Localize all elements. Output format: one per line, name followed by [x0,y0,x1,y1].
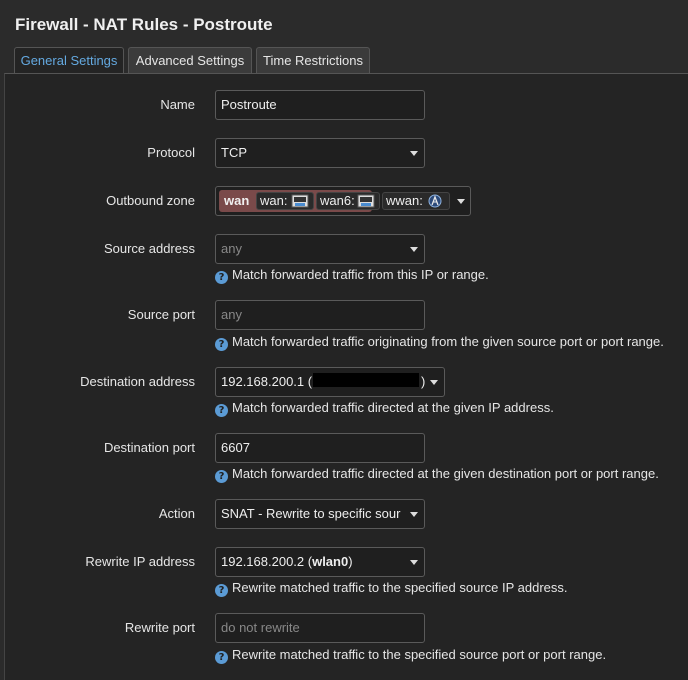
help-text: Match forwarded traffic directed at the … [232,466,659,481]
rewrite-ip-select[interactable]: 192.168.200.2 (wlan0) [215,547,425,577]
action-value: SNAT - Rewrite to specific sour [221,506,401,521]
question-icon: ? [215,584,228,597]
question-icon: ? [215,271,228,284]
action-label: Action [158,506,195,521]
destination-address-help: ? Match forwarded traffic directed at the… [215,400,554,417]
chevron-down-icon [457,199,465,204]
page-title: Firewall - NAT Rules - Postroute [15,15,273,34]
chevron-down-icon [410,512,418,517]
rewrite-ip-label: Rewrite IP address [85,554,195,569]
rewrite-ip-interface: wlan0 [312,554,349,569]
question-icon: ? [215,404,228,417]
redaction-bar [313,373,419,387]
protocol-label: Protocol [147,145,195,160]
ethernet-port-icon [357,194,375,208]
destination-port-input[interactable]: 6607 [215,433,425,463]
help-text: Match forwarded traffic originating from… [232,334,664,349]
source-port-label: Source port [127,307,195,322]
rewrite-port-input[interactable]: do not rewrite [215,613,425,643]
tab-time-restrictions[interactable]: Time Restrictions [256,47,370,73]
question-icon: ? [215,651,228,664]
destination-address-value: 192.168.200.1 ( [221,374,313,389]
help-text: Match forwarded traffic from this IP or … [232,267,489,282]
destination-port-help: ? Match forwarded traffic directed at the… [215,466,659,483]
question-icon: ? [215,338,228,351]
source-address-placeholder: any [221,241,242,256]
source-port-input[interactable]: any [215,300,425,330]
interface-wan: wan: [256,192,314,210]
zone-name: wan [224,193,250,208]
chevron-down-icon [410,560,418,565]
outbound-zone-label: Outbound zone [106,193,195,208]
interface-label: wan6: [320,193,355,208]
ethernet-port-icon [291,194,309,208]
source-address-label: Source address [103,241,195,256]
source-port-placeholder: any [221,307,242,322]
outbound-zone-select[interactable]: wan wan: wan6: wwan: [215,186,471,216]
interface-label: wan: [260,193,288,208]
chevron-down-icon [410,247,418,252]
chevron-down-icon [430,380,438,385]
interface-label: wwan: [386,193,423,208]
help-text: Rewrite matched traffic to the specified… [232,647,607,662]
tab-general-settings[interactable]: General Settings [14,47,124,73]
rewrite-port-placeholder: do not rewrite [221,620,300,635]
wireless-icon [428,194,442,208]
protocol-select[interactable]: TCP [215,138,425,168]
source-address-help: ? Match forwarded traffic from this IP or… [215,267,489,284]
destination-address-close: ) [421,374,426,389]
destination-address-label: Destination address [80,374,195,389]
help-text: Rewrite matched traffic to the specified… [232,580,568,595]
rewrite-ip-help: ? Rewrite matched traffic to the specifie… [215,580,568,597]
interface-wan6: wan6: [316,192,380,210]
chevron-down-icon [410,151,418,156]
action-select[interactable]: SNAT - Rewrite to specific sour [215,499,425,529]
protocol-value: TCP [221,145,247,160]
rewrite-ip-close: ) [348,554,353,569]
interface-wwan: wwan: [382,192,450,210]
source-port-help: ? Match forwarded traffic originating fro… [215,334,664,351]
help-text: Match forwarded traffic directed at the … [232,400,554,415]
name-label: Name [160,97,195,112]
rewrite-port-label: Rewrite port [124,620,195,635]
tab-advanced-settings[interactable]: Advanced Settings [128,47,252,73]
destination-port-label: Destination port [103,440,195,455]
source-address-select[interactable]: any [215,234,425,264]
name-input[interactable]: Postroute [215,90,425,120]
rewrite-port-help: ? Rewrite matched traffic to the specifie… [215,647,606,664]
question-icon: ? [215,470,228,483]
rewrite-ip-value: 192.168.200.2 ( [221,554,313,569]
